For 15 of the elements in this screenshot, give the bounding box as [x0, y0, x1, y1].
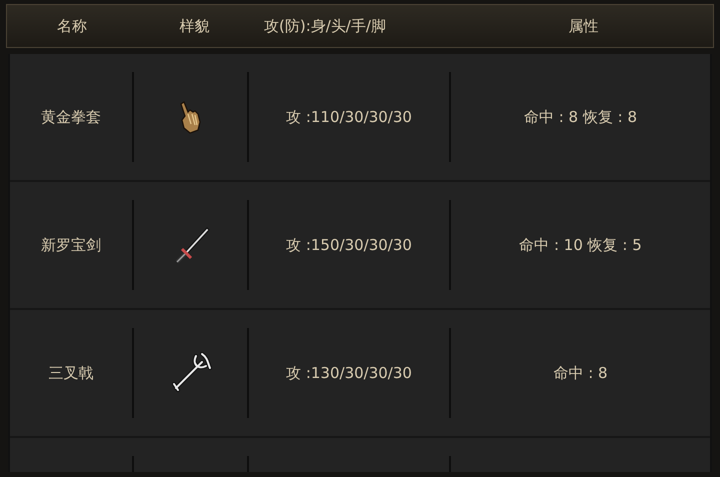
item-attributes: 命中 : 10 恢复 : 5 — [519, 236, 642, 254]
attack-stats: 攻 :130/30/30/30 — [286, 364, 412, 382]
column-header: 攻(防):身/头/手/脚 — [264, 16, 386, 34]
attack-stats: 攻 :150/30/30/30 — [286, 236, 412, 254]
column-header: 属性 — [568, 16, 598, 34]
item-attributes: 命中 : 8 恢复 : 8 — [524, 108, 638, 126]
item-name: 三叉戟 — [48, 364, 94, 382]
column-header: 样貌 — [180, 16, 210, 34]
item-attributes: 命中 : 8 — [553, 364, 608, 382]
item-name: 黄金拳套 — [41, 108, 101, 126]
item-name: 新罗宝剑 — [41, 236, 101, 254]
column-header: 名称 — [57, 16, 87, 34]
attack-stats: 攻 :110/30/30/30 — [286, 108, 412, 126]
trident-icon — [170, 352, 212, 394]
gauntlet-icon — [178, 100, 204, 134]
